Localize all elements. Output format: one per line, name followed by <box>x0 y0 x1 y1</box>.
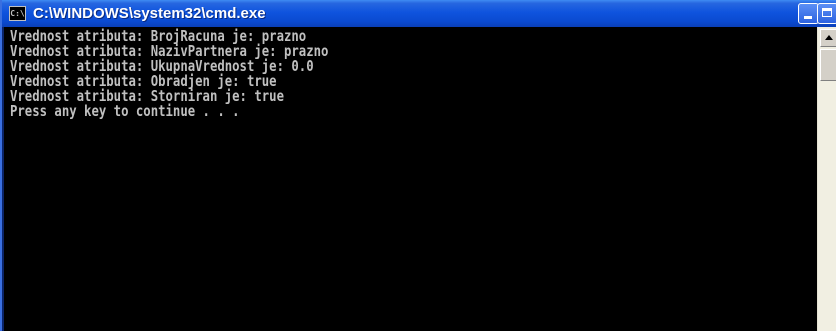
vertical-scrollbar[interactable] <box>817 27 836 331</box>
console-line: Press any key to continue . . . <box>10 102 240 120</box>
title-bar[interactable]: C:\ C:\WINDOWS\system32\cmd.exe × <box>2 0 836 27</box>
scrollbar-thumb[interactable] <box>820 49 836 81</box>
cmd-window: C:\ C:\WINDOWS\system32\cmd.exe × Vredno… <box>0 0 836 331</box>
maximize-button[interactable] <box>817 3 836 24</box>
console-output[interactable]: Vrednost atributa: BrojRacuna je: prazno… <box>4 27 817 331</box>
scroll-up-button[interactable] <box>820 29 836 47</box>
window-title: C:\WINDOWS\system32\cmd.exe <box>33 5 266 22</box>
cmd-icon[interactable]: C:\ <box>9 6 26 21</box>
minimize-button[interactable] <box>798 3 819 24</box>
